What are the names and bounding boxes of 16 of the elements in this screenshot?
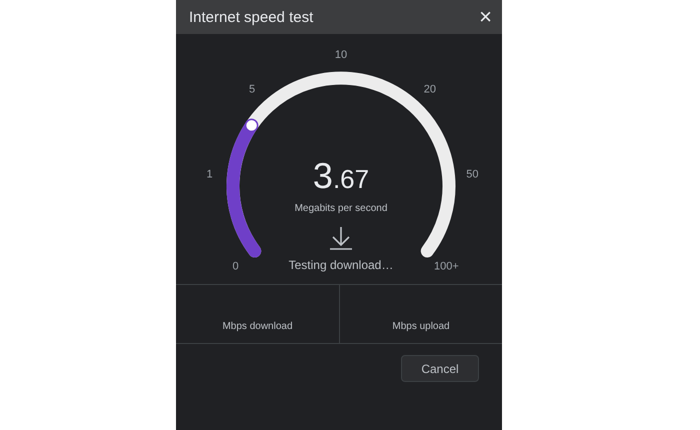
scale-label: 100+ [434, 260, 459, 272]
scale-label: 20 [424, 83, 436, 96]
download-icon [329, 226, 353, 250]
unit-label: Megabits per second [294, 203, 388, 214]
result-label: Mbps upload [392, 321, 450, 332]
scale-label: 0 [232, 260, 239, 272]
cancel-button[interactable]: Cancel [401, 355, 479, 382]
close-button[interactable]: × [477, 6, 494, 28]
result-label: Mbps download [222, 321, 293, 332]
window-title: Internet speed test [189, 8, 314, 26]
scale-label: 50 [466, 168, 479, 181]
scale-label: 1 [206, 168, 213, 181]
status-text: Testing download… [288, 258, 394, 272]
scale-label: 10 [334, 49, 348, 61]
scale-label: 5 [249, 83, 256, 96]
speed-reading: 3.67 [312, 155, 370, 196]
